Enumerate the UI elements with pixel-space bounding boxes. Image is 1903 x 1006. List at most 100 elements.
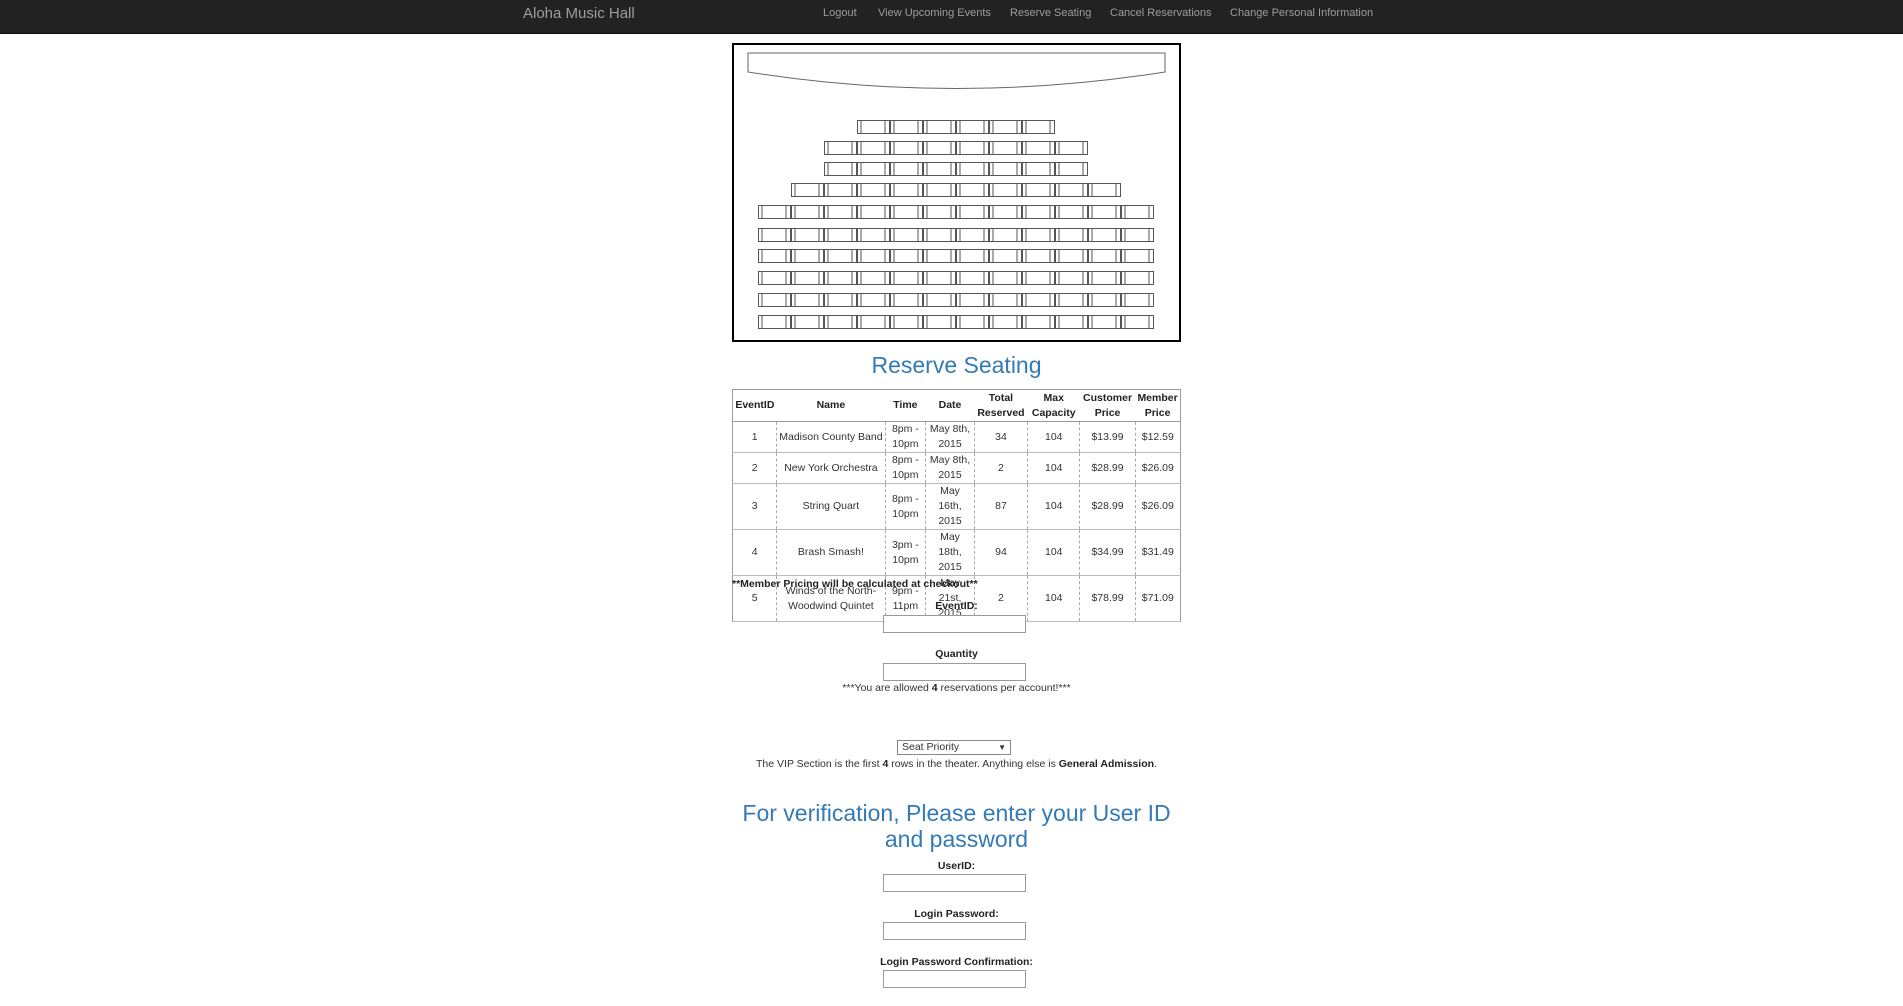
seat[interactable] xyxy=(1055,271,1088,285)
seat[interactable] xyxy=(890,271,923,285)
nav-reserve-seating[interactable]: Reserve Seating xyxy=(1010,0,1091,28)
seat[interactable] xyxy=(857,205,890,219)
seat[interactable] xyxy=(1022,271,1055,285)
seat[interactable] xyxy=(890,183,923,197)
seat[interactable] xyxy=(1121,205,1154,219)
seat[interactable] xyxy=(1022,141,1055,155)
seat[interactable] xyxy=(956,271,989,285)
seat[interactable] xyxy=(1121,315,1154,329)
seat[interactable] xyxy=(1055,228,1088,242)
seat[interactable] xyxy=(1055,205,1088,219)
seat[interactable] xyxy=(890,162,923,176)
seat[interactable] xyxy=(857,271,890,285)
seat[interactable] xyxy=(824,271,857,285)
seat[interactable] xyxy=(956,249,989,263)
seat-priority-select[interactable]: Seat Priority ▼ xyxy=(897,740,1011,755)
seat[interactable] xyxy=(758,271,791,285)
nav-change-personal-information[interactable]: Change Personal Information xyxy=(1230,0,1373,28)
seat[interactable] xyxy=(1022,162,1055,176)
seat[interactable] xyxy=(989,205,1022,219)
seat[interactable] xyxy=(890,205,923,219)
seat[interactable] xyxy=(890,249,923,263)
seat[interactable] xyxy=(791,271,824,285)
seat[interactable] xyxy=(824,315,857,329)
seat[interactable] xyxy=(791,228,824,242)
seat[interactable] xyxy=(989,293,1022,307)
seat[interactable] xyxy=(791,315,824,329)
seat[interactable] xyxy=(1055,141,1088,155)
seat[interactable] xyxy=(1022,315,1055,329)
quantity-input[interactable] xyxy=(883,663,1026,681)
seat[interactable] xyxy=(956,120,989,134)
seat[interactable] xyxy=(1088,183,1121,197)
seat[interactable] xyxy=(1055,315,1088,329)
seat[interactable] xyxy=(791,293,824,307)
seat[interactable] xyxy=(890,293,923,307)
seat[interactable] xyxy=(923,162,956,176)
seat[interactable] xyxy=(1055,183,1088,197)
seat[interactable] xyxy=(890,315,923,329)
seat[interactable] xyxy=(890,120,923,134)
seat[interactable] xyxy=(857,120,890,134)
eventid-input[interactable] xyxy=(883,615,1026,633)
seat[interactable] xyxy=(989,183,1022,197)
password-confirm-input[interactable] xyxy=(883,970,1026,988)
seat[interactable] xyxy=(1088,315,1121,329)
seat[interactable] xyxy=(989,249,1022,263)
seat[interactable] xyxy=(824,183,857,197)
seat[interactable] xyxy=(989,162,1022,176)
seat[interactable] xyxy=(824,228,857,242)
seat[interactable] xyxy=(1088,228,1121,242)
seat[interactable] xyxy=(857,141,890,155)
seat[interactable] xyxy=(1088,205,1121,219)
seat[interactable] xyxy=(1088,271,1121,285)
seat[interactable] xyxy=(758,228,791,242)
seat[interactable] xyxy=(824,205,857,219)
seat[interactable] xyxy=(857,162,890,176)
seat[interactable] xyxy=(923,315,956,329)
seat[interactable] xyxy=(923,271,956,285)
seat[interactable] xyxy=(956,293,989,307)
seat[interactable] xyxy=(1022,228,1055,242)
seat[interactable] xyxy=(1088,293,1121,307)
seat[interactable] xyxy=(824,162,857,176)
nav-cancel-reservations[interactable]: Cancel Reservations xyxy=(1110,0,1212,28)
seat[interactable] xyxy=(923,228,956,242)
seat[interactable] xyxy=(923,205,956,219)
seat[interactable] xyxy=(1022,249,1055,263)
seat[interactable] xyxy=(1022,120,1055,134)
seat[interactable] xyxy=(989,141,1022,155)
seat[interactable] xyxy=(1022,205,1055,219)
seat[interactable] xyxy=(989,120,1022,134)
seat[interactable] xyxy=(956,162,989,176)
seat[interactable] xyxy=(791,249,824,263)
nav-view-upcoming-events[interactable]: View Upcoming Events xyxy=(878,0,991,28)
seat[interactable] xyxy=(890,228,923,242)
userid-input[interactable] xyxy=(883,874,1026,892)
seat[interactable] xyxy=(857,293,890,307)
seat[interactable] xyxy=(923,141,956,155)
seat[interactable] xyxy=(956,205,989,219)
seat[interactable] xyxy=(923,293,956,307)
seat[interactable] xyxy=(1055,162,1088,176)
seat[interactable] xyxy=(758,315,791,329)
seat[interactable] xyxy=(989,228,1022,242)
seat[interactable] xyxy=(923,183,956,197)
seat[interactable] xyxy=(956,141,989,155)
seat[interactable] xyxy=(758,293,791,307)
seat[interactable] xyxy=(857,249,890,263)
seat[interactable] xyxy=(824,249,857,263)
seat[interactable] xyxy=(1121,249,1154,263)
seat[interactable] xyxy=(1088,249,1121,263)
seat[interactable] xyxy=(758,205,791,219)
seat[interactable] xyxy=(923,120,956,134)
seat[interactable] xyxy=(857,228,890,242)
seat[interactable] xyxy=(989,315,1022,329)
nav-logout[interactable]: Logout xyxy=(823,0,857,28)
seat[interactable] xyxy=(1121,293,1154,307)
seat[interactable] xyxy=(1121,271,1154,285)
seat[interactable] xyxy=(824,293,857,307)
seat[interactable] xyxy=(956,183,989,197)
seat[interactable] xyxy=(1022,183,1055,197)
seat[interactable] xyxy=(923,249,956,263)
